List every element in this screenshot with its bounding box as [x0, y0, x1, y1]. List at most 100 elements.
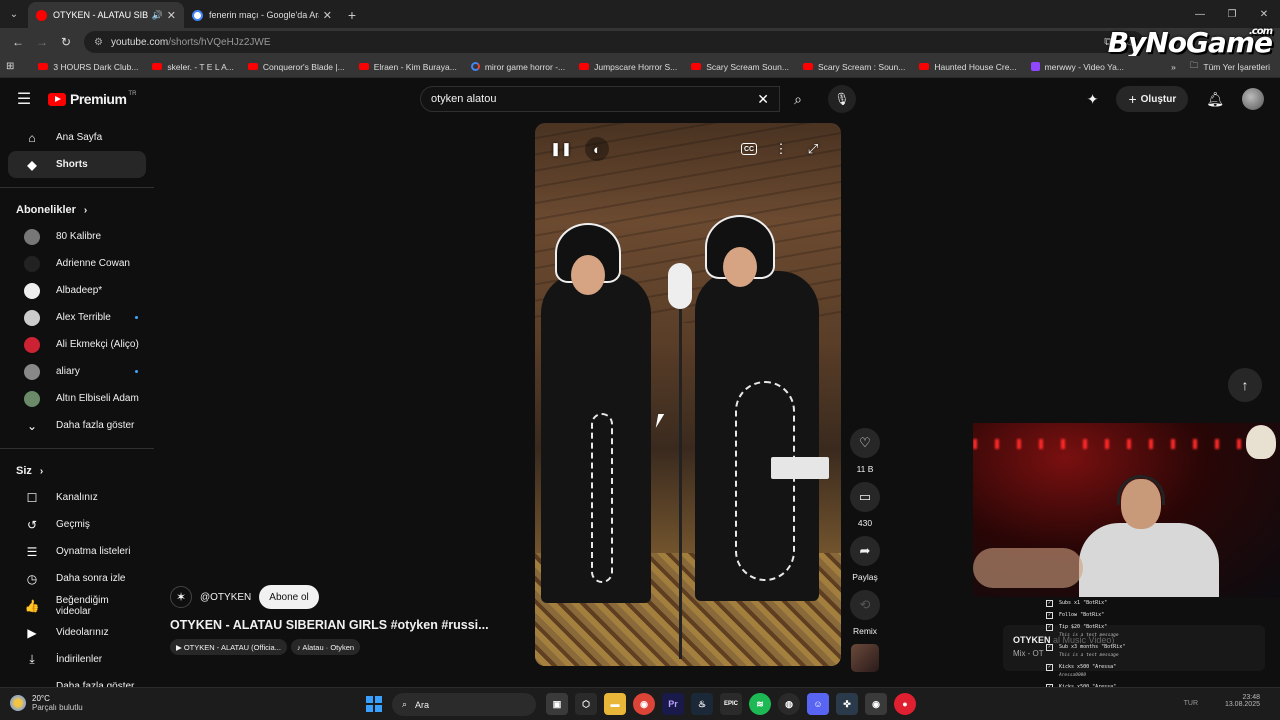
- url-path: /shorts/hVQeHJz2JWE: [168, 36, 271, 48]
- like-button[interactable]: ♡ 11 B: [848, 428, 882, 474]
- site-info-icon[interactable]: ⚙: [94, 37, 103, 48]
- window-controls: — ❐ ✕: [1184, 0, 1280, 28]
- new-tab-button[interactable]: +: [340, 2, 364, 28]
- bookmark-item[interactable]: skeler. - T E L A...: [152, 62, 234, 72]
- comments-button[interactable]: ▭ 430: [848, 482, 882, 528]
- chrome-active-icon[interactable]: ◉: [865, 693, 887, 715]
- captions-icon[interactable]: CC: [737, 137, 761, 161]
- tab-search-icon[interactable]: ⌄: [0, 0, 28, 28]
- voice-search-button[interactable]: 🎙: [828, 85, 856, 113]
- bookmark-item[interactable]: Jumpscare Horror S...: [579, 62, 677, 72]
- steam-icon[interactable]: ♨: [691, 693, 713, 715]
- sidebar-top-section: ⌂ Ana Sayfa ◆ Shorts: [0, 124, 154, 178]
- short-title[interactable]: OTYKEN - ALATAU SIBERIAN GIRLS #otyken #…: [170, 618, 530, 632]
- recorder-icon[interactable]: ●: [894, 693, 916, 715]
- pause-icon[interactable]: ❚❚: [549, 137, 573, 161]
- bookmark-item[interactable]: Haunted House Cre...: [919, 62, 1017, 72]
- more-bookmarks-icon[interactable]: »: [1171, 62, 1176, 72]
- tab-otyken[interactable]: OTYKEN - ALATAU SIBERIAN 🔊 ✕: [28, 2, 184, 28]
- task-view-icon[interactable]: ▣: [546, 693, 568, 715]
- subscription-item[interactable]: Alex Terrible: [8, 304, 146, 331]
- sidebar-item-playlists[interactable]: ☰ Oynatma listeleri: [8, 538, 146, 565]
- channel-name[interactable]: @OTYKEN: [200, 592, 251, 603]
- restore-icon[interactable]: ❐: [1216, 0, 1248, 28]
- bookmark-item[interactable]: Scary Scream : Soun...: [802, 62, 905, 72]
- reload-icon[interactable]: ↻: [54, 30, 78, 54]
- more-options-icon[interactable]: ⋮: [769, 137, 793, 161]
- obs-icon[interactable]: ◍: [778, 693, 800, 715]
- bookmark-item[interactable]: Elraen - Kim Buraya...: [358, 62, 457, 72]
- chrome-icon[interactable]: ◉: [633, 693, 655, 715]
- sidebar-item-shorts[interactable]: ◆ Shorts: [8, 151, 146, 178]
- weather-widget[interactable]: 20°C Parçalı bulutlu: [10, 694, 83, 712]
- remix-button[interactable]: ⟲ Remix: [848, 590, 882, 636]
- close-window-icon[interactable]: ✕: [1248, 0, 1280, 28]
- epic-games-icon[interactable]: EPIC: [720, 693, 742, 715]
- close-tab-icon[interactable]: ✕: [167, 9, 176, 22]
- spotify-icon[interactable]: ≋: [749, 693, 771, 715]
- keyboard-language[interactable]: TUR: [1184, 700, 1198, 707]
- subscription-item[interactable]: 80 Kalibre: [8, 223, 146, 250]
- menu-icon[interactable]: ☰: [0, 89, 48, 109]
- taskbar-search[interactable]: ⌕ Ara: [392, 693, 536, 716]
- create-button[interactable]: + Oluştur: [1116, 86, 1189, 112]
- bookmark-item[interactable]: merwwy - Video Ya...: [1030, 62, 1124, 72]
- subscriptions-header[interactable]: Abonelikler ›: [0, 197, 154, 223]
- back-icon[interactable]: ←: [6, 30, 30, 54]
- subscribe-button[interactable]: Abone ol: [259, 585, 319, 609]
- minimize-icon[interactable]: —: [1184, 0, 1216, 28]
- tab-google-search[interactable]: fenerin maçı - Google'da Ara ✕: [184, 2, 340, 28]
- forward-icon[interactable]: →: [30, 30, 54, 54]
- sidebar-item-channel[interactable]: ☐ Kanalınız: [8, 484, 146, 511]
- sound-thumbnail[interactable]: [851, 644, 879, 672]
- subscription-item[interactable]: Ali Ekmekçi (Aliço): [8, 331, 146, 358]
- channel-avatar[interactable]: ✶: [170, 586, 192, 608]
- bookmark-item[interactable]: miror game horror -...: [470, 62, 565, 72]
- fullscreen-icon[interactable]: ⤢: [801, 137, 825, 161]
- apps-icon[interactable]: ⊞: [6, 61, 24, 72]
- url-field[interactable]: ⚙ youtube.com/shorts/hVQeHJz2JWE ⧉ ☆: [84, 31, 1144, 53]
- bookmark-item[interactable]: Scary Scream Soun...: [691, 62, 789, 72]
- premiere-pro-icon[interactable]: Pr: [662, 693, 684, 715]
- youtube-favicon-icon: [579, 63, 590, 70]
- sidebar-item-downloads[interactable]: ⤓ İndirilenler: [8, 646, 146, 673]
- sidebar-item-liked[interactable]: 👍 Beğendiğim videolar: [8, 592, 146, 619]
- subscription-item[interactable]: Altın Elbiseli Adam: [8, 385, 146, 412]
- discord-icon[interactable]: ☺: [807, 693, 829, 715]
- settings-app-icon[interactable]: ⬡: [575, 693, 597, 715]
- previous-short-button[interactable]: ↑: [1228, 368, 1262, 402]
- close-tab-icon[interactable]: ✕: [323, 9, 332, 22]
- sidebar-item-history[interactable]: ↺ Geçmiş: [8, 511, 146, 538]
- google-favicon-icon: [470, 62, 480, 71]
- speaker-icon[interactable]: 🔊: [152, 10, 163, 21]
- subscription-item[interactable]: Adrienne Cowan: [8, 250, 146, 277]
- youtube-premium-logo[interactable]: Premium TR: [48, 91, 136, 107]
- app-icon[interactable]: ✜: [836, 693, 858, 715]
- sidebar-item-your-videos[interactable]: ▶ Videolarınız: [8, 619, 146, 646]
- you-header[interactable]: Siz ›: [0, 458, 154, 484]
- gemini-sparkle-icon[interactable]: ✦: [1087, 91, 1099, 108]
- subscription-item[interactable]: aliary: [8, 358, 146, 385]
- youtube-favicon-icon: [919, 63, 930, 70]
- file-explorer-icon[interactable]: ▬: [604, 693, 626, 715]
- sidebar-item-watch-later[interactable]: ◷ Daha sonra izle: [8, 565, 146, 592]
- system-clock[interactable]: 23:48 13.08.2025: [1225, 694, 1260, 708]
- subscriptions-show-more[interactable]: ⌄ Daha fazla göster: [8, 412, 146, 439]
- bookmark-item[interactable]: 3 HOURS Dark Club...: [38, 62, 138, 72]
- related-video-chip[interactable]: ▶ OTYKEN - ALATAU (Officia...: [170, 639, 287, 655]
- clear-search-icon[interactable]: ✕: [757, 91, 769, 108]
- sound-chip[interactable]: ♪ Alatau · Otyken: [290, 639, 361, 655]
- all-bookmarks[interactable]: » 🗀 Tüm Yer İşaretleri: [1171, 56, 1270, 78]
- volume-icon[interactable]: ◐: [585, 137, 609, 161]
- bookmark-item[interactable]: Conqueror's Blade |...: [247, 62, 345, 72]
- windows-start-icon[interactable]: [366, 696, 382, 712]
- notifications-bell-icon[interactable]: 🔔︎: [1206, 91, 1224, 108]
- search-input[interactable]: otyken alatou ✕: [420, 86, 780, 112]
- subscription-item[interactable]: Albadeep*: [8, 277, 146, 304]
- shorts-action-bar: ♡ 11 B ▭ 430 ➦ Paylaş ⟲ Remix: [848, 428, 882, 672]
- sidebar-item-home[interactable]: ⌂ Ana Sayfa: [8, 124, 146, 151]
- account-avatar[interactable]: [1242, 88, 1264, 110]
- share-button[interactable]: ➦ Paylaş: [848, 536, 882, 582]
- shorts-video-player[interactable]: ❚❚ ◐ CC ⋮ ⤢: [535, 123, 841, 666]
- search-button[interactable]: ⌕: [780, 86, 816, 112]
